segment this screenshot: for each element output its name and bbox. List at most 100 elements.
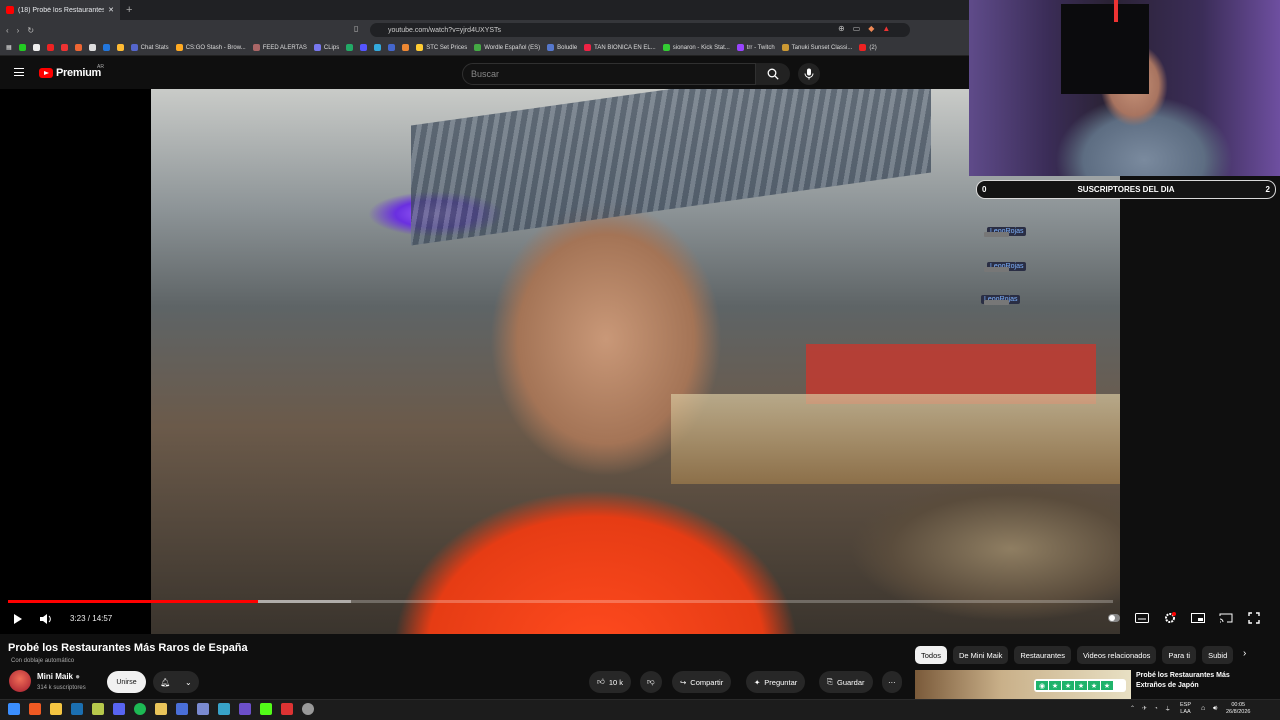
bookmark-icon-only[interactable] xyxy=(88,44,96,51)
bookmark-icon-only[interactable] xyxy=(32,44,40,51)
bookmark-item[interactable]: FEED ALERTAS xyxy=(252,44,307,51)
app-icon[interactable] xyxy=(176,703,188,715)
bookmark-icon-only[interactable] xyxy=(360,44,368,51)
dislike-button[interactable]: 👎︎ xyxy=(640,671,662,693)
chat-badge xyxy=(984,267,1009,272)
bookmark-item[interactable]: (2) xyxy=(859,44,877,51)
channel-avatar[interactable] xyxy=(9,670,31,692)
cast-icon[interactable] xyxy=(1218,610,1234,626)
bookmark-item[interactable]: Chat Stats xyxy=(130,44,169,51)
bookmark-icon-only[interactable] xyxy=(60,44,68,51)
notifications-button[interactable]: 🔔︎ ⌄ xyxy=(153,671,199,693)
bookmark-item[interactable]: sionaron - Kick Stat... xyxy=(662,44,730,51)
clock[interactable]: 00:05 26/8/2026 xyxy=(1226,702,1250,716)
bookmark-item[interactable]: CLips xyxy=(313,44,339,51)
app-icon[interactable] xyxy=(197,703,209,715)
chip-subidos[interactable]: Subid xyxy=(1202,646,1234,664)
bookmark-icon-only[interactable] xyxy=(102,44,110,51)
settings-app-icon[interactable] xyxy=(302,703,314,715)
app-icon[interactable] xyxy=(92,703,104,715)
autoplay-toggle-icon[interactable] xyxy=(1106,610,1122,626)
discord-icon[interactable] xyxy=(113,703,125,715)
channel-name[interactable]: Mini Maik ● xyxy=(37,672,80,681)
join-button[interactable]: Unirse xyxy=(107,671,146,693)
bookmark-item[interactable]: Tanuki Sunset Classi... xyxy=(781,44,852,51)
browser-tab[interactable]: (18) Probé los Restaurantes Más ✕ xyxy=(0,0,120,20)
app-icon[interactable] xyxy=(155,703,167,715)
cast-icon[interactable]: ▭ xyxy=(853,24,861,33)
chip-restaurantes[interactable]: Restaurantes xyxy=(1014,646,1071,664)
url-field[interactable]: youtube.com/watch?v=yjrd4UXYSTs xyxy=(370,23,910,37)
volume-tray-icon[interactable]: 🔊︎ xyxy=(1213,705,1217,713)
bookmark-icon-only[interactable] xyxy=(116,44,124,51)
verified-icon: ● xyxy=(75,672,81,681)
reload-icon[interactable]: ↻ xyxy=(27,26,34,35)
youtube-logo[interactable]: Premium xyxy=(39,67,101,79)
tray-app-icon[interactable]: ✈ xyxy=(1142,705,1147,712)
network-icon[interactable]: ⌂ xyxy=(1201,705,1205,712)
bookmark-item[interactable]: Wordle Español (ES) xyxy=(474,44,540,51)
close-tab-icon[interactable]: ✕ xyxy=(108,6,114,14)
play-button[interactable] xyxy=(8,610,28,628)
language-indicator[interactable]: ESP LAA xyxy=(1180,702,1191,716)
chip-videos-relacionados[interactable]: Videos relacionados xyxy=(1076,646,1157,664)
chip-todos[interactable]: Todos xyxy=(915,646,948,664)
chip-de-mini-maik[interactable]: De Mini Maik xyxy=(953,646,1009,664)
new-tab-icon[interactable]: + xyxy=(126,4,132,16)
subscribers-goal-bar: 0 SUSCRIPTORES DEL DIA 2 xyxy=(976,180,1276,199)
save-button[interactable]: ⎘ Guardar xyxy=(819,671,873,693)
ask-button[interactable]: ✦ Preguntar xyxy=(746,671,806,693)
file-explorer-icon[interactable] xyxy=(50,703,62,715)
bookmark-icon-only[interactable] xyxy=(74,44,82,51)
tray-app-icon[interactable]: ◔ xyxy=(1154,706,1158,712)
search-input[interactable]: Buscar xyxy=(462,63,756,85)
extension-icon[interactable]: ◆ xyxy=(868,24,874,33)
adblock-icon[interactable]: ▲ xyxy=(882,24,890,33)
bookmark-icon-only[interactable] xyxy=(374,44,382,51)
back-icon[interactable]: ‹ xyxy=(6,26,9,35)
bookmark-item[interactable]: trr - Twitch xyxy=(736,44,775,51)
webcam-monitor xyxy=(1061,4,1149,94)
bookmark-item[interactable]: Boludle xyxy=(547,44,577,51)
subtitles-icon[interactable] xyxy=(1134,610,1150,626)
like-button[interactable]: 👍︎ 10 k xyxy=(589,671,632,693)
bookmark-item[interactable]: CS:GO Stash - Brow... xyxy=(175,44,246,51)
bookmark-icon[interactable]: ▯ xyxy=(354,24,358,33)
zoom-icon[interactable]: ⊕ xyxy=(838,24,845,33)
bookmark-icon-only[interactable] xyxy=(46,44,54,51)
share-button[interactable]: ↪ Compartir xyxy=(672,671,732,693)
menu-icon[interactable] xyxy=(14,68,24,76)
bookmark-item[interactable]: TAN BIONICA EN EL... xyxy=(584,44,656,51)
sub-right-count: 2 xyxy=(1265,185,1270,194)
chevron-down-icon: ⌄ xyxy=(185,677,192,687)
brave-browser-icon[interactable] xyxy=(29,703,41,715)
related-video-title[interactable]: Probé los Restaurantes Más Extraños de J… xyxy=(1136,671,1256,691)
bookmark-icon-only[interactable] xyxy=(402,44,410,51)
steam-icon[interactable] xyxy=(71,703,83,715)
app-icon[interactable] xyxy=(218,703,230,715)
miniplayer-icon[interactable] xyxy=(1190,610,1206,626)
spotify-icon[interactable] xyxy=(134,703,146,715)
forward-icon[interactable]: › xyxy=(17,26,20,35)
fullscreen-icon[interactable] xyxy=(1246,610,1262,626)
bookmark-icon-only[interactable] xyxy=(346,44,354,51)
youtube-favicon-icon xyxy=(6,6,14,14)
search-button[interactable] xyxy=(756,63,790,85)
video-player[interactable]: 3:23 / 14:57 xyxy=(0,89,1260,634)
chip-para-ti[interactable]: Para ti xyxy=(1162,646,1197,664)
settings-icon[interactable] xyxy=(1162,610,1178,626)
chevron-right-icon[interactable]: › xyxy=(1243,648,1246,659)
windows-start-icon[interactable] xyxy=(8,703,20,715)
chevron-up-icon[interactable]: ⌃ xyxy=(1130,705,1135,712)
kick-icon[interactable] xyxy=(260,703,272,715)
usb-icon[interactable]: ⏚ xyxy=(1165,704,1171,713)
volume-button[interactable] xyxy=(36,610,56,628)
voice-search-button[interactable] xyxy=(798,63,820,85)
app-icon[interactable] xyxy=(239,703,251,715)
apps-icon[interactable]: ▦ xyxy=(6,44,12,51)
app-icon[interactable] xyxy=(281,703,293,715)
bookmark-item[interactable]: STC Set Prices xyxy=(416,44,467,51)
bookmark-icon-only[interactable] xyxy=(18,44,26,51)
more-actions-button[interactable]: ⋯ xyxy=(882,671,902,693)
bookmark-icon-only[interactable] xyxy=(388,44,396,51)
